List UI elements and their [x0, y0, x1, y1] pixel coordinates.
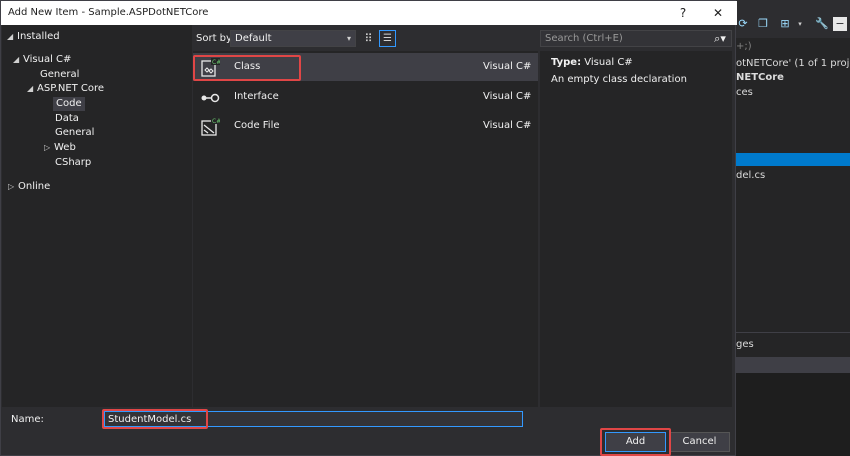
- template-row-code-file[interactable]: C# Code File Visual C#: [193, 112, 538, 140]
- sync-icon[interactable]: ⟳: [736, 17, 750, 31]
- tree-item-csharp[interactable]: CSharp: [55, 156, 91, 170]
- tree-item-general[interactable]: General: [40, 68, 79, 82]
- background-ide-window: ⟳ ❐ ⊞ ▾ 🔧 − +;) otNETCore' (1 of 1 proje…: [736, 0, 850, 456]
- type-value: Visual C#: [584, 57, 633, 68]
- search-box: ⌕▾: [540, 30, 732, 47]
- csharp-code-file-icon: C#: [201, 117, 220, 136]
- type-line: Type: Visual C#: [551, 57, 633, 68]
- expanded-arrow-icon[interactable]: ◢: [27, 82, 37, 96]
- list-view-icon: ☰: [383, 33, 392, 44]
- chevron-down-icon: ▾: [346, 34, 351, 43]
- search-icon[interactable]: ⌕▾: [711, 31, 729, 46]
- background-divider: [736, 332, 850, 333]
- name-label: Name:: [11, 414, 44, 425]
- template-row-interface[interactable]: Interface Visual C#: [193, 83, 538, 111]
- details-pane: Type: Visual C# An empty class declarati…: [540, 51, 732, 407]
- template-name: Code File: [234, 120, 280, 131]
- expanded-arrow-icon[interactable]: ◢: [7, 30, 17, 44]
- sort-by-dropdown[interactable]: Default ▾: [230, 30, 356, 47]
- cancel-button[interactable]: Cancel: [669, 432, 730, 452]
- grid-view-icon: ⠿: [364, 32, 373, 45]
- tree-item-code[interactable]: Code: [53, 97, 85, 111]
- small-icons-view-button[interactable]: ⠿: [360, 30, 377, 47]
- annotation-highlight-add: [600, 428, 671, 456]
- type-label: Type:: [551, 57, 582, 68]
- background-panel: [736, 373, 850, 456]
- interface-icon: [201, 93, 220, 103]
- background-text: NETCore: [736, 72, 784, 83]
- help-button[interactable]: ?: [671, 4, 695, 22]
- background-text: ges: [736, 339, 754, 350]
- chevron-down-icon[interactable]: ▾: [793, 17, 807, 31]
- tree-item-general-sub[interactable]: General: [55, 126, 94, 140]
- template-row-class[interactable]: C# Class Visual C#: [193, 53, 538, 81]
- background-tab-bar: [736, 357, 850, 373]
- svg-text:C#: C#: [212, 118, 220, 125]
- background-text: otNETCore' (1 of 1 project): [736, 58, 850, 69]
- collapsed-arrow-icon[interactable]: ▷: [8, 180, 18, 194]
- sort-by-value: Default: [235, 33, 272, 44]
- copy-icon[interactable]: ❐: [756, 17, 770, 31]
- template-language: Visual C#: [483, 91, 532, 102]
- add-new-item-dialog: Add New Item - Sample.ASPDotNETCore ? ✕ …: [0, 0, 737, 456]
- tree-item-aspnet-core[interactable]: ◢ ASP.NET Core: [27, 82, 104, 96]
- template-language: Visual C#: [483, 61, 532, 72]
- template-language: Visual C#: [483, 120, 532, 131]
- template-list: C# Class Visual C# Interface Visual C# C…: [193, 51, 538, 407]
- list-view-button[interactable]: ☰: [379, 30, 396, 47]
- collapsed-arrow-icon[interactable]: ▷: [44, 141, 54, 155]
- switch-views-icon[interactable]: ⊞: [778, 17, 792, 31]
- wrench-icon[interactable]: 🔧: [815, 17, 829, 31]
- tree-item-installed[interactable]: ◢ Installed: [7, 30, 60, 44]
- background-selected-row: [736, 153, 850, 166]
- tree-item-visual-csharp[interactable]: ◢ Visual C#: [13, 53, 71, 67]
- background-text: +;): [736, 41, 752, 52]
- minus-icon[interactable]: −: [833, 17, 847, 31]
- tree-item-data[interactable]: Data: [55, 112, 79, 126]
- sort-by-label: Sort by:: [196, 33, 235, 44]
- background-toolbar: ⟳ ❐ ⊞ ▾ 🔧 −: [736, 0, 850, 38]
- dialog-title: Add New Item - Sample.ASPDotNETCore: [8, 7, 209, 18]
- annotation-highlight-class: [193, 55, 301, 81]
- close-button[interactable]: ✕: [706, 4, 730, 22]
- template-name: Interface: [234, 91, 279, 102]
- category-tree: ◢ Installed ◢ Visual C# General ◢ ASP.NET C…: [2, 25, 192, 407]
- search-input[interactable]: [541, 31, 711, 46]
- title-bar: Add New Item - Sample.ASPDotNETCore ? ✕: [1, 1, 737, 25]
- template-description: An empty class declaration: [551, 74, 687, 85]
- tree-item-online[interactable]: ▷ Online: [8, 180, 50, 194]
- background-text: del.cs: [736, 170, 766, 181]
- annotation-highlight-name: [102, 409, 208, 429]
- tree-item-web[interactable]: ▷ Web: [44, 141, 76, 155]
- background-text: ces: [736, 87, 753, 98]
- expanded-arrow-icon[interactable]: ◢: [13, 53, 23, 67]
